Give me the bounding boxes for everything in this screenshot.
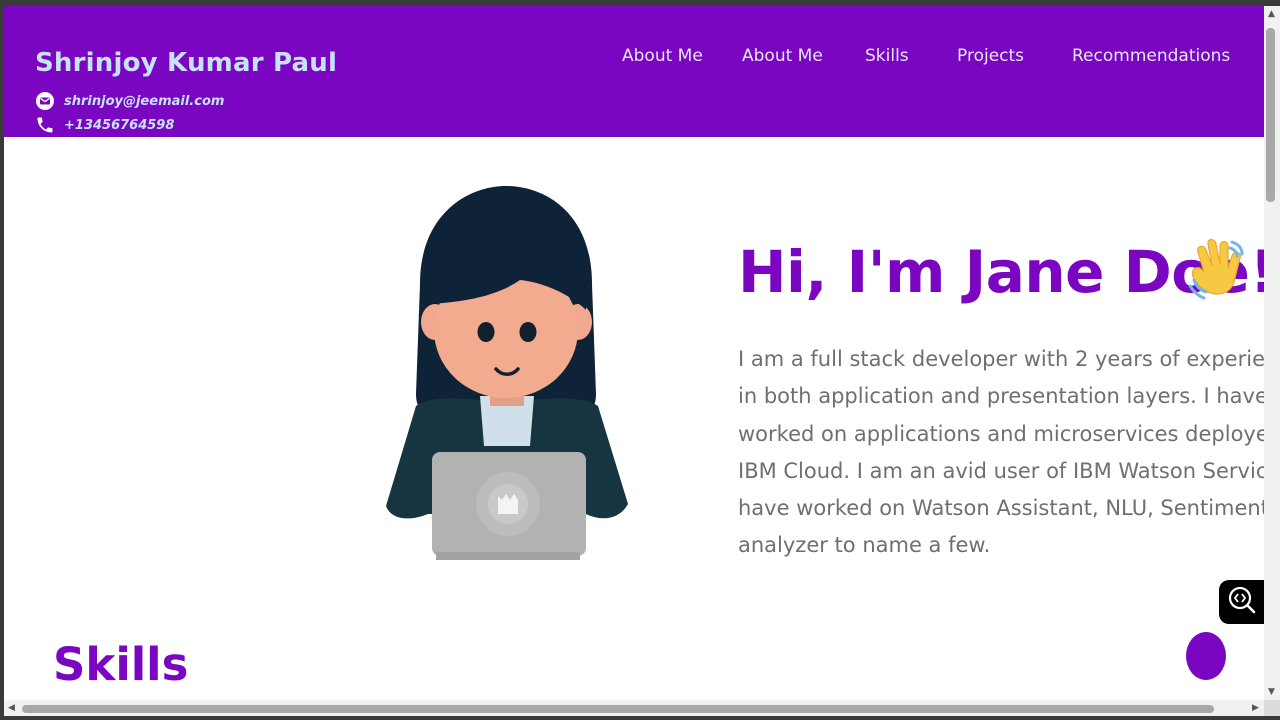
description-line: analyzer to name a few. [738, 533, 991, 558]
description-line: have worked on Watson Assistant, NLU, Se… [738, 496, 1264, 521]
description-line: IBM Cloud. I am an avid user of IBM Wats… [738, 458, 1264, 483]
hero-title: Hi, I'm Jane Doe! [738, 238, 1264, 306]
phone-icon [35, 115, 55, 135]
email-contact: shrinjoy@jeemail.com [35, 90, 224, 112]
inspect-widget-button[interactable] [1219, 580, 1265, 624]
scrollbar-corner [1264, 700, 1280, 716]
site-owner-name: Shrinjoy Kumar Paul [35, 48, 338, 78]
nav-projects[interactable]: Projects [957, 46, 1024, 70]
hero-description: I am a full stack developer with 2 years… [738, 341, 1264, 565]
description-line: worked on applications and microservices… [738, 421, 1264, 446]
nav-about-me[interactable]: About Me [622, 46, 703, 70]
scroll-up-arrow[interactable]: ▲ [1268, 10, 1275, 19]
nav-about-me-2[interactable]: About Me [742, 46, 823, 70]
phone-contact: +13456764598 [35, 114, 174, 136]
scroll-down-arrow[interactable]: ▼ [1268, 688, 1275, 697]
scroll-top-button[interactable] [1186, 632, 1226, 680]
description-line: I am a full stack developer with 2 years… [738, 347, 1264, 371]
skills-section-title: Skills [53, 638, 189, 691]
phone-text[interactable]: +13456764598 [64, 118, 174, 133]
nav-recommendations[interactable]: Recommendations [1072, 46, 1230, 70]
developer-illustration [380, 184, 640, 568]
waving-hand-icon [1188, 238, 1244, 304]
envelope-icon [35, 91, 55, 111]
site-header: Shrinjoy Kumar Paul shrinjoy@jeemail.com… [4, 6, 1264, 137]
code-search-icon [1227, 585, 1257, 619]
scroll-right-arrow[interactable]: ▶ [1252, 704, 1259, 713]
page-viewport: Shrinjoy Kumar Paul shrinjoy@jeemail.com… [4, 6, 1264, 700]
nav-skills[interactable]: Skills [865, 46, 909, 70]
vertical-scroll-thumb[interactable] [1266, 28, 1275, 202]
horizontal-scroll-thumb[interactable] [22, 705, 1214, 713]
scroll-left-arrow[interactable]: ◀ [8, 704, 15, 713]
description-line: in both application and presentation lay… [738, 384, 1264, 409]
email-text[interactable]: shrinjoy@jeemail.com [64, 94, 224, 109]
